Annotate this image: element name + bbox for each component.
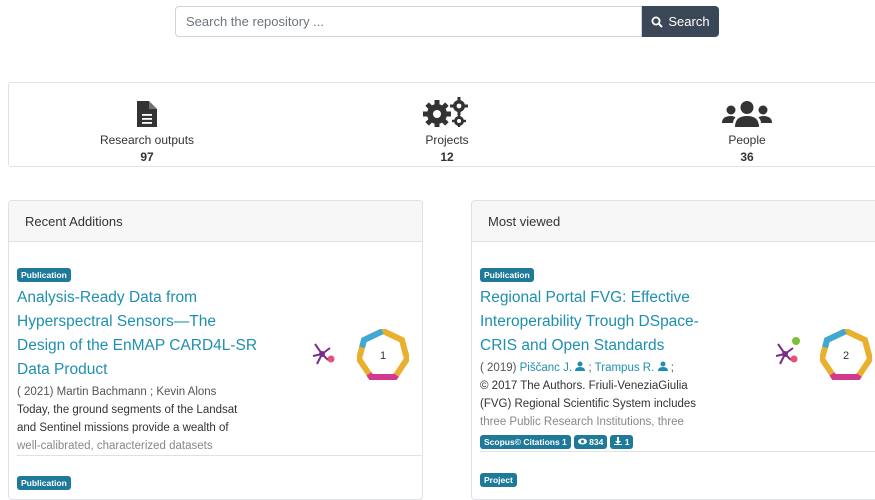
altmetric-badge[interactable]: 2 bbox=[820, 329, 872, 381]
item-meta: ( 2019) Piščanc J. ; Trampus R. ; bbox=[480, 361, 674, 374]
person-icon bbox=[657, 361, 668, 371]
divider bbox=[480, 451, 875, 452]
search-input[interactable] bbox=[175, 6, 642, 37]
type-badge: Project bbox=[480, 473, 517, 487]
eye-icon bbox=[577, 438, 587, 445]
altmetric-score: 2 bbox=[843, 350, 849, 362]
item-title-link[interactable]: Regional Portal FVG: Effective Interoper… bbox=[480, 286, 780, 358]
panel-header: Recent Additions bbox=[9, 201, 422, 242]
stat-label: People bbox=[728, 133, 766, 147]
type-badge: Publication bbox=[480, 268, 534, 282]
search-button[interactable]: Search bbox=[642, 6, 719, 37]
dimensions-icon[interactable] bbox=[309, 340, 339, 368]
stat-count: 36 bbox=[740, 150, 754, 164]
downloads-badge: 1 bbox=[610, 435, 634, 449]
dimensions-icon[interactable] bbox=[772, 335, 808, 369]
stat-people[interactable]: People 36 bbox=[647, 83, 847, 164]
search-icon bbox=[651, 16, 664, 28]
item-abstract: © 2017 The Authors. Friuli-VeneziaGiulia… bbox=[480, 380, 697, 428]
stats-panel: Research outputs 97 Projects 12 People 3… bbox=[8, 82, 875, 167]
altmetric-score: 1 bbox=[380, 350, 386, 362]
author-link[interactable]: Piščanc J. bbox=[520, 362, 572, 374]
scopus-citations-badge: Scopus© Citations 1 bbox=[480, 435, 571, 449]
most-viewed-panel: Most viewed Publication Regional Portal … bbox=[471, 200, 875, 500]
stat-count: 97 bbox=[140, 150, 154, 164]
person-icon bbox=[575, 361, 586, 371]
views-badge: 834 bbox=[573, 435, 608, 449]
search-button-label: Search bbox=[668, 14, 710, 29]
gears-icon bbox=[423, 97, 468, 127]
list-item: Publication Analysis-Ready Data from Hyp… bbox=[17, 265, 317, 455]
altmetric-badge[interactable]: 1 bbox=[357, 329, 409, 381]
type-badge: Publication bbox=[17, 268, 71, 282]
stat-research-outputs[interactable]: Research outputs 97 bbox=[47, 83, 247, 164]
type-badge: Publication bbox=[17, 476, 71, 490]
item-abstract: Today, the ground segments of the Landsa… bbox=[17, 404, 238, 452]
item-meta: ( 2021) Martin Bachmann ; Kevin Alons bbox=[17, 386, 217, 398]
download-icon bbox=[614, 437, 623, 445]
list-item: Publication Regional Portal FVG: Effecti… bbox=[480, 265, 780, 449]
metrics-badges: Scopus© Citations 1 834 1 bbox=[480, 435, 780, 449]
recent-additions-panel: Recent Additions Publication Analysis-Re… bbox=[8, 200, 423, 500]
item-title-link[interactable]: Analysis-Ready Data from Hyperspectral S… bbox=[17, 286, 317, 382]
author-link[interactable]: Trampus R. bbox=[595, 362, 655, 374]
panel-header: Most viewed bbox=[472, 201, 875, 242]
stat-label: Research outputs bbox=[99, 133, 195, 147]
users-icon bbox=[722, 101, 772, 127]
divider bbox=[17, 455, 421, 456]
stat-label: Projects bbox=[425, 133, 469, 147]
search-bar: Search bbox=[175, 6, 719, 37]
stat-count: 12 bbox=[440, 150, 454, 164]
stat-projects[interactable]: Projects 12 bbox=[347, 83, 547, 164]
document-icon bbox=[137, 101, 157, 127]
